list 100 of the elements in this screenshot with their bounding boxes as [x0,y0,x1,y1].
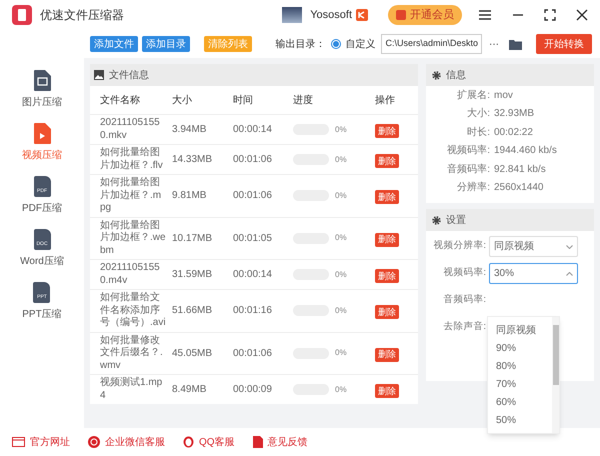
file-duration: 00:01:06 [233,189,273,204]
delete-button[interactable]: 删除 [375,269,399,283]
progress-reading: 0% [335,154,347,166]
progress-reading: 0% [335,124,347,136]
radio-label: 自定义 [345,38,376,52]
file-name: 202111051550.m4v [100,262,161,287]
column-header: 大小 [172,94,193,108]
dropdown-option[interactable]: 50% [488,411,552,429]
scrollbar[interactable] [552,317,559,433]
file-size: 3.94MB [172,123,208,137]
close-icon[interactable] [576,9,588,21]
folder-icon[interactable] [509,38,522,50]
file-duration: 00:01:16 [233,304,273,318]
column-header: 文件名称 [100,94,141,108]
chevron-up-icon [566,272,573,276]
chat-icon [88,436,100,448]
column-header: 进度 [293,94,314,108]
column-header: 时间 [233,94,254,108]
menu-icon[interactable] [478,9,492,21]
output-label: 输出目录： [275,38,326,52]
video-file-icon [34,123,50,144]
field-label: 音频码率: [446,162,490,177]
field-label: 扩展名: [456,88,490,103]
file-name: 如何批量给图片加边框？.flv [100,147,164,172]
delete-button[interactable]: 删除 [375,154,399,168]
delete-button[interactable]: 删除 [375,384,399,398]
field-value: 92.841 kb/s [494,162,547,177]
delete-button[interactable]: 删除 [375,124,399,138]
setting-label: 视频码率: [442,266,486,280]
delete-button[interactable]: 删除 [375,305,399,320]
app-logo-icon [12,5,32,25]
progress-reading: 0% [335,232,347,244]
chevron-down-icon [566,244,573,248]
field-label: 大小: [466,106,490,122]
image-icon [94,70,104,80]
document-icon [252,436,263,448]
toolbar-button[interactable]: 添加文件 [90,36,138,52]
sidebar-item[interactable]: 视频压缩 [22,148,62,163]
file-duration: 00:00:09 [233,383,273,397]
delete-button[interactable]: 删除 [375,232,399,247]
field-value: 2560x1440 [494,181,544,196]
file-size: 8.49MB [172,383,208,397]
file-size: 14.33MB [172,153,214,167]
select-field[interactable]: 同原视频 [489,236,578,257]
file-duration: 00:01:05 [233,232,273,246]
field-value: 00:02:22 [494,126,534,140]
sidebar-item[interactable]: PPT压缩 [22,307,62,322]
field-label: 视频码率: [446,144,490,158]
footer-link[interactable]: 意见反馈 [268,434,308,450]
field-value: 32.93MB [494,107,536,122]
avatar-photo-placeholder [282,7,302,23]
file-size: 10.17MB [172,232,214,246]
file-duration: 00:01:06 [233,153,273,167]
browser-icon [12,437,25,447]
field-label: 分辨率: [456,180,490,196]
footer-link[interactable]: 官方网址 [30,434,70,450]
footer-link[interactable]: QQ客服 [199,434,235,450]
delete-button[interactable]: 删除 [375,348,399,362]
delete-button[interactable]: 删除 [375,190,399,204]
file-size: 45.05MB [172,346,214,361]
progress-reading: 0% [335,304,347,317]
setting-label: 音频码率: [442,293,486,308]
dropdown-option[interactable]: 90% [488,339,552,357]
file-name: 202111051550.mkv [100,117,161,142]
select-field[interactable]: 30% [489,263,578,284]
panel-title: 信息 [446,68,466,82]
maximize-icon[interactable] [544,9,556,21]
progress-reading: 0% [335,384,347,396]
radio-button[interactable] [331,39,342,49]
window-title: 优速文件压缩器 [40,7,124,24]
start-button[interactable]: 开始转换 [536,34,592,54]
dropdown-option[interactable]: 70% [488,375,552,393]
image-file-icon [34,70,50,91]
sidebar-item[interactable]: 图片压缩 [22,95,62,110]
file-duration: 00:01:06 [233,346,273,361]
file-size: 9.81MB [172,189,208,204]
sidebar-item[interactable]: PDF压缩 [22,201,62,216]
progress-reading: 0% [335,347,347,360]
file-name: 如何批量给图片加边框？.webm [100,220,167,257]
path-field[interactable]: C:\Users\admin\Deskto [381,34,482,54]
panel-title: 设置 [446,214,466,228]
progress-reading: 0% [335,268,347,280]
dropdown-option[interactable]: 同原视频 [488,321,552,339]
vip-button[interactable]: 开通会员 [388,5,462,25]
more-button[interactable]: ··· [489,36,499,52]
file-duration: 00:00:14 [233,123,273,137]
dropdown-option[interactable]: 60% [488,393,552,411]
sidebar-item[interactable]: Word压缩 [20,254,64,269]
file-size: 51.66MB [172,304,214,318]
field-value: 1944.460 kb/s [494,144,558,158]
file-name: 视频测试1.mp4 [100,377,164,402]
footer-link[interactable]: 企业微信客服 [105,434,165,450]
dropdown-option[interactable]: 80% [488,357,552,375]
gear-icon [432,216,441,224]
badge-icon [356,9,368,21]
file-size: 31.59MB [172,268,214,282]
gear-icon [432,70,441,80]
column-header: 操作 [375,94,396,108]
setting-label: 去除声音: [442,320,486,334]
toolbar-button[interactable]: 添加目录 [142,36,190,52]
